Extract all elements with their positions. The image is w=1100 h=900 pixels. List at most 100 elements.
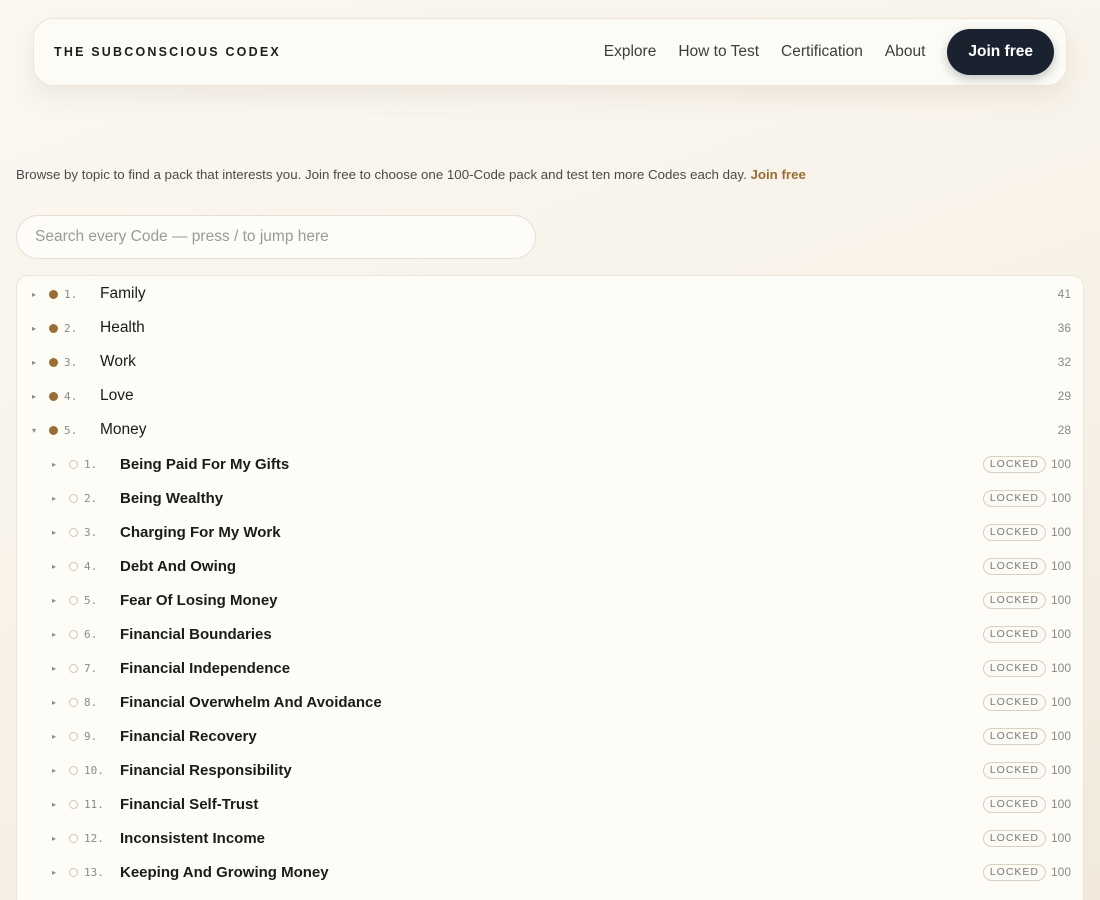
pack-count: 100 <box>1050 627 1071 641</box>
pack-count: 100 <box>1050 491 1071 505</box>
pack-row[interactable]: ▸ 2. Being Wealthy LOCKED 100 <box>17 481 1083 515</box>
site-header: THE SUBCONSCIOUS CODEX Explore How to Te… <box>33 18 1067 86</box>
join-free-button[interactable]: Join free <box>947 29 1054 75</box>
caret-right-icon[interactable]: ▸ <box>49 698 59 707</box>
topic-row[interactable]: ▸ 4. Love 29 <box>17 379 1083 413</box>
topic-label: Work <box>100 353 136 370</box>
topic-number: 5. <box>64 423 78 437</box>
pack-number: 9. <box>84 729 98 743</box>
status-dot-icon <box>49 357 58 367</box>
topic-count: 36 <box>1057 321 1071 335</box>
topic-number: 4. <box>64 389 78 403</box>
caret-right-icon[interactable]: ▸ <box>49 562 59 571</box>
pack-label: Being Paid For My Gifts <box>120 455 290 473</box>
pack-row[interactable]: ▸ 4. Debt And Owing LOCKED 100 <box>17 549 1083 583</box>
empty-circle-icon <box>69 731 78 741</box>
caret-right-icon[interactable]: ▸ <box>49 732 59 741</box>
locked-badge: LOCKED <box>982 761 1046 779</box>
topic-row[interactable]: ▸ 2. Health 36 <box>17 311 1083 345</box>
pack-label: Fear Of Losing Money <box>120 591 278 609</box>
caret-right-icon[interactable]: ▸ <box>49 528 59 537</box>
caret-right-icon[interactable]: ▸ <box>49 460 59 469</box>
pack-count: 100 <box>1050 525 1071 539</box>
pack-number: 12. <box>84 831 104 845</box>
search-input[interactable] <box>16 215 536 259</box>
pack-label: Financial Self-Trust <box>120 795 259 813</box>
brand-logo[interactable]: THE SUBCONSCIOUS CODEX <box>54 45 281 59</box>
empty-circle-icon <box>69 697 78 707</box>
caret-right-icon[interactable]: ▸ <box>49 766 59 775</box>
locked-badge: LOCKED <box>982 659 1046 677</box>
locked-badge: LOCKED <box>982 489 1046 507</box>
caret-right-icon[interactable]: ▸ <box>29 392 39 401</box>
empty-circle-icon <box>69 833 78 843</box>
nav-how-to-test[interactable]: How to Test <box>678 43 759 61</box>
intro-join-link[interactable]: Join free <box>750 167 805 182</box>
status-dot-icon <box>49 289 58 299</box>
pack-label: Financial Independence <box>120 659 291 677</box>
pack-row[interactable]: ▸ 3. Charging For My Work LOCKED 100 <box>17 515 1083 549</box>
caret-right-icon[interactable]: ▸ <box>29 290 39 299</box>
topic-row[interactable]: ▸ 1. Family 41 <box>17 277 1083 311</box>
caret-right-icon[interactable]: ▸ <box>49 494 59 503</box>
topic-label: Love <box>100 387 134 404</box>
pack-number: 5. <box>84 593 98 607</box>
nav-certification[interactable]: Certification <box>781 43 863 61</box>
empty-circle-icon <box>69 595 78 605</box>
locked-badge: LOCKED <box>982 523 1046 541</box>
caret-right-icon[interactable]: ▸ <box>49 800 59 809</box>
caret-right-icon[interactable]: ▸ <box>49 596 59 605</box>
pack-label: Debt And Owing <box>120 557 237 575</box>
caret-right-icon[interactable]: ▸ <box>49 664 59 673</box>
empty-circle-icon <box>69 459 78 469</box>
nav-about[interactable]: About <box>885 43 926 61</box>
pack-row[interactable]: ▸ 1. Being Paid For My Gifts LOCKED 100 <box>17 447 1083 481</box>
caret-right-icon[interactable]: ▸ <box>49 630 59 639</box>
status-dot-icon <box>49 425 58 435</box>
pack-count: 100 <box>1050 831 1071 845</box>
pack-row[interactable]: ▸ 7. Financial Independence LOCKED 100 <box>17 651 1083 685</box>
empty-circle-icon <box>69 561 78 571</box>
caret-right-icon[interactable]: ▸ <box>49 834 59 843</box>
pack-count: 100 <box>1050 729 1071 743</box>
topic-count: 41 <box>1057 287 1071 301</box>
pack-count: 100 <box>1050 695 1071 709</box>
main-nav: Explore How to Test Certification About … <box>582 29 1054 75</box>
pack-row[interactable]: ▸ 8. Financial Overwhelm And Avoidance LOCK… <box>17 685 1083 719</box>
caret-down-icon[interactable]: ▾ <box>29 426 39 435</box>
pack-count: 100 <box>1050 457 1071 471</box>
pack-count: 100 <box>1050 797 1071 811</box>
nav-explore[interactable]: Explore <box>604 43 657 61</box>
topic-row[interactable]: ▾ 5. Money 28 <box>17 413 1083 447</box>
pack-row[interactable]: ▸ 11. Financial Self-Trust LOCKED 100 <box>17 787 1083 821</box>
pack-row[interactable]: ▸ 13. Keeping And Growing Money LOCKED 100 <box>17 855 1083 889</box>
caret-right-icon[interactable]: ▸ <box>29 324 39 333</box>
locked-badge: LOCKED <box>982 625 1046 643</box>
pack-count: 100 <box>1050 763 1071 777</box>
caret-right-icon[interactable]: ▸ <box>29 358 39 367</box>
pack-row[interactable]: ▸ 12. Inconsistent Income LOCKED 100 <box>17 821 1083 855</box>
locked-badge: LOCKED <box>982 557 1046 575</box>
intro-sentence: Browse by topic to find a pack that inte… <box>16 167 751 182</box>
topic-tree: ▸ 1. Family 41 ▸ 2. Health 36 ▸ 3. Work 32 ▸ 4. Love 29… <box>16 275 1084 900</box>
pack-number: 7. <box>84 661 98 675</box>
pack-label: Inconsistent Income <box>120 829 266 847</box>
locked-badge: LOCKED <box>982 829 1046 847</box>
topic-number: 3. <box>64 355 78 369</box>
pack-row[interactable]: ▸ 10. Financial Responsibility LOCKED 100 <box>17 753 1083 787</box>
pack-row[interactable]: ▸ 9. Financial Recovery LOCKED 100 <box>17 719 1083 753</box>
pack-row[interactable]: ▸ 5. Fear Of Losing Money LOCKED 100 <box>17 583 1083 617</box>
topic-row[interactable]: ▸ 3. Work 32 <box>17 345 1083 379</box>
pack-label: Keeping And Growing Money <box>120 863 329 881</box>
pack-count: 100 <box>1050 661 1071 675</box>
topic-count: 32 <box>1057 355 1071 369</box>
intro-text: Browse by topic to find a pack that inte… <box>16 167 806 182</box>
empty-circle-icon <box>69 493 78 503</box>
pack-number: 2. <box>84 491 98 505</box>
empty-circle-icon <box>69 867 78 877</box>
pack-count: 100 <box>1050 559 1071 573</box>
status-dot-icon <box>49 391 58 401</box>
caret-right-icon[interactable]: ▸ <box>49 868 59 877</box>
topic-label: Health <box>100 319 145 336</box>
pack-row[interactable]: ▸ 6. Financial Boundaries LOCKED 100 <box>17 617 1083 651</box>
